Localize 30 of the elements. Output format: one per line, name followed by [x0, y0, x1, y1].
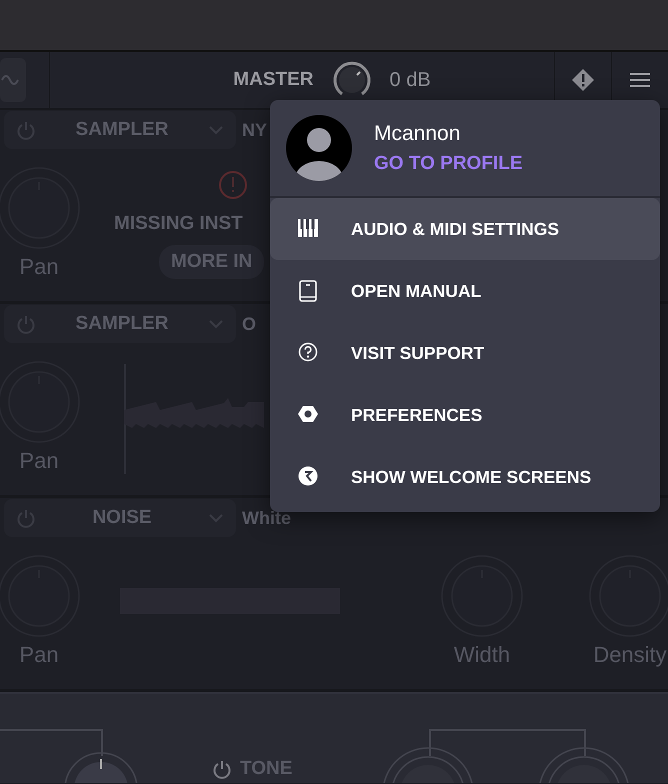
knob-label: Pan	[19, 447, 59, 475]
menu-item[interactable]: VISIT SUPPORT	[270, 322, 660, 384]
warning-icon	[218, 170, 248, 200]
user-name: Mcannon	[374, 121, 462, 147]
knob-label: Width	[454, 641, 510, 669]
power-icon[interactable]	[212, 758, 232, 779]
logo-icon	[298, 466, 318, 488]
master-label: MASTER	[233, 68, 314, 92]
layer-name: O	[242, 312, 256, 336]
menu-item[interactable]: OPEN MANUAL	[270, 260, 660, 322]
menu-item[interactable]: SHOW WELCOME SCREENS	[270, 446, 660, 508]
chevron-icon[interactable]	[208, 513, 224, 523]
knob-label: Density	[593, 641, 667, 669]
piano-icon	[298, 218, 318, 240]
layer-name: NY	[242, 118, 268, 142]
book-icon	[298, 280, 318, 302]
chevron-icon[interactable]	[208, 319, 224, 329]
wave-icon[interactable]	[0, 58, 26, 102]
menu-item[interactable]: AUDIO & MIDI SETTINGS	[270, 198, 660, 260]
alert-icon[interactable]	[572, 69, 594, 91]
missing-message: MISSING INST	[114, 212, 243, 236]
chevron-icon[interactable]	[208, 125, 224, 135]
menu-item[interactable]: PREFERENCES	[270, 384, 660, 446]
menu-icon[interactable]	[630, 72, 650, 88]
knob-label: Pan	[19, 253, 59, 281]
help-icon	[298, 342, 318, 364]
avatar	[286, 115, 352, 181]
layer-name: White	[242, 506, 291, 530]
master-value: 0 dB	[390, 68, 431, 93]
knob-label: Pan	[19, 641, 59, 669]
